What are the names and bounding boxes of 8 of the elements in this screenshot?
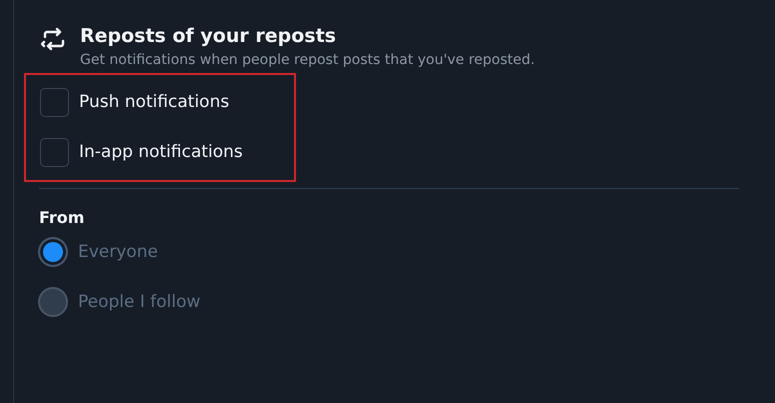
checkbox-option[interactable]: In-app notifications [40,137,294,167]
section-description: Get notifications when people repost posts that you've reposted. [80,51,535,70]
section-title: Reposts of your reposts [80,24,337,49]
repost-icon [41,26,67,52]
checkbox[interactable] [40,138,69,166]
checkbox[interactable] [40,88,69,116]
checkbox-option[interactable]: Push notifications [40,87,294,117]
from-heading: From [39,208,86,227]
